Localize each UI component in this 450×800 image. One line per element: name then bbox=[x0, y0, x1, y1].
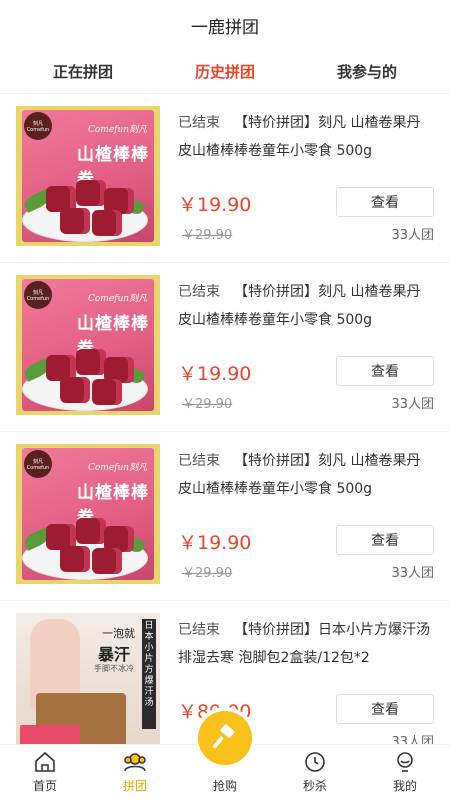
product-art-text: 手脚不冰冷 bbox=[94, 664, 134, 673]
product-brand-text: Comefun刻凡 bbox=[88, 125, 148, 135]
status-badge: 已结束 bbox=[178, 453, 220, 469]
nav-label: 我的 bbox=[392, 779, 417, 793]
nav-home[interactable]: 首页 bbox=[0, 745, 90, 800]
product-title[interactable]: 已结束 【特价拼团】刻凡 山楂卷果丹皮山楂棒棒卷童年小零食 500g bbox=[178, 447, 434, 503]
view-button[interactable]: 查看 bbox=[336, 694, 434, 724]
product-image[interactable]: 一泡就 暴汗 手脚不冰冷 日本小片方爆汗汤 bbox=[16, 613, 160, 744]
tab-ongoing[interactable]: 正在拼团 bbox=[18, 61, 148, 82]
view-button[interactable]: 查看 bbox=[336, 356, 434, 386]
product-image[interactable]: Comefun刻凡 山楂棒棒卷 刻凡 Comefun bbox=[16, 106, 160, 246]
original-price: ￥29.90 bbox=[182, 228, 233, 243]
original-price: ￥29.90 bbox=[182, 566, 233, 581]
product-title[interactable]: 已结束 【特价拼团】刻凡 山楂卷果丹皮山楂棒棒卷童年小零食 500g bbox=[178, 278, 434, 334]
brand-logo: 刻凡 Comefun bbox=[24, 450, 52, 478]
nav-mine[interactable]: 我的 bbox=[360, 745, 450, 800]
product-image[interactable]: Comefun刻凡 山楂棒棒卷 刻凡 Comefun bbox=[16, 444, 160, 584]
product-art-text: 一泡就 bbox=[102, 627, 135, 640]
nav-label: 秒杀 bbox=[302, 779, 327, 793]
group-price: ￥19.90 bbox=[178, 363, 252, 385]
original-price: ￥29.90 bbox=[182, 397, 233, 412]
group-price: ￥19.90 bbox=[178, 194, 252, 216]
product-brand-text: Comefun刻凡 bbox=[88, 463, 148, 473]
home-icon bbox=[35, 751, 55, 772]
bottom-nav: 首页 拼团 抢购 秒杀 我的 bbox=[0, 707, 450, 800]
page-title: 一鹿拼团 bbox=[191, 17, 259, 38]
flash-buy-button[interactable] bbox=[194, 707, 256, 769]
group-price: ￥19.90 bbox=[178, 532, 252, 554]
nav-label: 拼团 bbox=[122, 779, 147, 793]
view-button[interactable]: 查看 bbox=[336, 187, 434, 217]
view-button[interactable]: 查看 bbox=[336, 525, 434, 555]
group-icon bbox=[124, 753, 146, 772]
group-size: 33人团 bbox=[391, 397, 434, 412]
brand-logo: 刻凡 Comefun bbox=[24, 281, 52, 309]
status-badge: 已结束 bbox=[178, 115, 220, 131]
status-badge: 已结束 bbox=[178, 622, 220, 638]
nav-group[interactable]: 拼团 bbox=[90, 745, 180, 800]
list-item[interactable]: Comefun刻凡 山楂棒棒卷 刻凡 Comefun 已结束【特价拼团】刻凡 山… bbox=[0, 263, 450, 432]
list-item[interactable]: Comefun刻凡 山楂棒棒卷 刻凡 Comefun 已结束【特价拼团】刻凡 山… bbox=[0, 94, 450, 263]
group-size: 33人团 bbox=[391, 735, 434, 744]
product-brand-text: Comefun刻凡 bbox=[88, 294, 148, 304]
nav-label: 首页 bbox=[32, 779, 57, 793]
page-header: 一鹿拼团 bbox=[0, 0, 450, 50]
status-badge: 已结束 bbox=[178, 284, 220, 300]
tab-participated[interactable]: 我参与的 bbox=[302, 61, 432, 82]
group-size: 33人团 bbox=[391, 566, 434, 581]
hammer-icon bbox=[212, 724, 235, 749]
product-art-text: 暴汗 bbox=[98, 645, 131, 664]
group-size: 33人团 bbox=[391, 228, 434, 243]
tab-bar: 正在拼团 历史拼团 我参与的 bbox=[0, 50, 450, 94]
product-image[interactable]: Comefun刻凡 山楂棒棒卷 刻凡 Comefun bbox=[16, 275, 160, 415]
nav-flash-buy[interactable]: 抢购 bbox=[180, 707, 270, 800]
group-list[interactable]: Comefun刻凡 山楂棒棒卷 刻凡 Comefun 已结束【特价拼团】刻凡 山… bbox=[0, 94, 450, 744]
product-title[interactable]: 已结束 【特价拼团】日本小片方爆汗汤 排湿去寒 泡脚包2盒装/12包*2 bbox=[178, 616, 434, 672]
brand-logo: 刻凡 Comefun bbox=[24, 112, 52, 140]
user-icon bbox=[397, 752, 413, 772]
product-art-banner: 日本小片方爆汗汤 bbox=[142, 619, 156, 729]
clock-icon bbox=[305, 752, 325, 772]
tab-history[interactable]: 历史拼团 bbox=[160, 61, 290, 82]
list-item[interactable]: Comefun刻凡 山楂棒棒卷 刻凡 Comefun 已结束【特价拼团】刻凡 山… bbox=[0, 432, 450, 601]
nav-seckill[interactable]: 秒杀 bbox=[270, 745, 360, 800]
product-title[interactable]: 已结束 【特价拼团】刻凡 山楂卷果丹皮山楂棒棒卷童年小零食 500g bbox=[178, 109, 434, 165]
nav-label: 抢购 bbox=[212, 779, 237, 793]
